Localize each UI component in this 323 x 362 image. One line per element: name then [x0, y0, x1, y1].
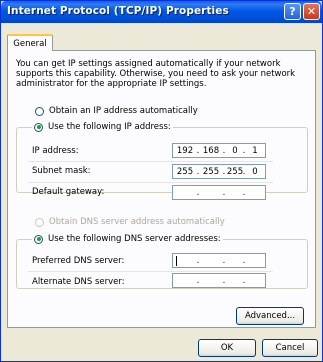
octet-separator: . — [242, 256, 246, 266]
text-cursor — [176, 256, 177, 266]
octet-separator: . — [196, 276, 200, 286]
ip-address-field[interactable]: 192 . 168 . 0 . 1 — [172, 143, 266, 158]
ip-address-label: IP address: — [32, 146, 79, 156]
octet: 168 — [202, 146, 220, 156]
octet-separator: . — [222, 256, 226, 266]
radio-indicator — [35, 217, 44, 227]
radio-label: Use the following DNS server addresses: — [48, 234, 221, 244]
preferred-dns-label: Preferred DNS server: — [32, 256, 125, 266]
radio-indicator — [34, 234, 43, 244]
octet-separator: . — [196, 256, 200, 266]
row-divider — [28, 182, 273, 183]
row-divider — [28, 271, 273, 272]
octet: 0 — [252, 167, 258, 177]
intro-text: You can get IP settings assigned automat… — [16, 59, 296, 89]
radio-indicator — [34, 122, 43, 132]
default-gateway-field[interactable]: . . . — [172, 185, 266, 200]
title-bar[interactable]: Internet Protocol (TCP/IP) Properties ? … — [1, 1, 322, 23]
window-title: Internet Protocol (TCP/IP) Properties — [7, 5, 229, 17]
tcpip-properties-dialog: Internet Protocol (TCP/IP) Properties ? … — [0, 0, 323, 362]
octet: 255 — [202, 167, 220, 177]
octet-separator: . — [222, 276, 226, 286]
radio-label: Obtain DNS server address automatically — [49, 217, 225, 227]
use-following-dns-radio[interactable]: Use the following DNS server addresses: — [32, 234, 223, 244]
use-following-ip-radio[interactable]: Use the following IP address: — [32, 122, 173, 132]
default-gateway-label: Default gateway: — [32, 187, 105, 197]
radio-label: Use the following IP address: — [48, 122, 171, 132]
row-divider — [28, 161, 273, 162]
tab-general[interactable]: General — [7, 34, 53, 51]
ip-address-group — [16, 127, 308, 193]
octet-separator: . — [242, 188, 246, 198]
cancel-button[interactable]: Cancel — [262, 339, 318, 357]
ok-button[interactable]: OK — [198, 339, 256, 357]
radio-label: Obtain an IP address automatically — [49, 106, 198, 116]
subnet-mask-label: Subnet mask: — [32, 166, 91, 176]
octet-separator: . — [242, 276, 246, 286]
general-tab-panel: You can get IP settings assigned automat… — [7, 50, 316, 328]
octet: 1 — [252, 146, 258, 156]
obtain-dns-auto-radio[interactable]: Obtain DNS server address automatically — [35, 217, 225, 227]
octet: 192 — [176, 146, 194, 156]
help-icon[interactable]: ? — [284, 3, 301, 20]
alternate-dns-field[interactable]: . . . — [172, 273, 266, 288]
subnet-mask-field[interactable]: 255 . 255 . 255 . 0 — [172, 164, 266, 179]
alternate-dns-label: Alternate DNS server: — [32, 277, 125, 287]
preferred-dns-field[interactable]: . . . — [172, 253, 266, 268]
octet-separator: . — [196, 188, 200, 198]
octet: 255 — [176, 167, 194, 177]
radio-indicator — [35, 106, 44, 116]
advanced-button[interactable]: Advanced... — [236, 307, 304, 325]
close-icon[interactable]: ✕ — [303, 3, 320, 20]
obtain-ip-auto-radio[interactable]: Obtain an IP address automatically — [35, 106, 198, 116]
octet-separator: . — [222, 188, 226, 198]
